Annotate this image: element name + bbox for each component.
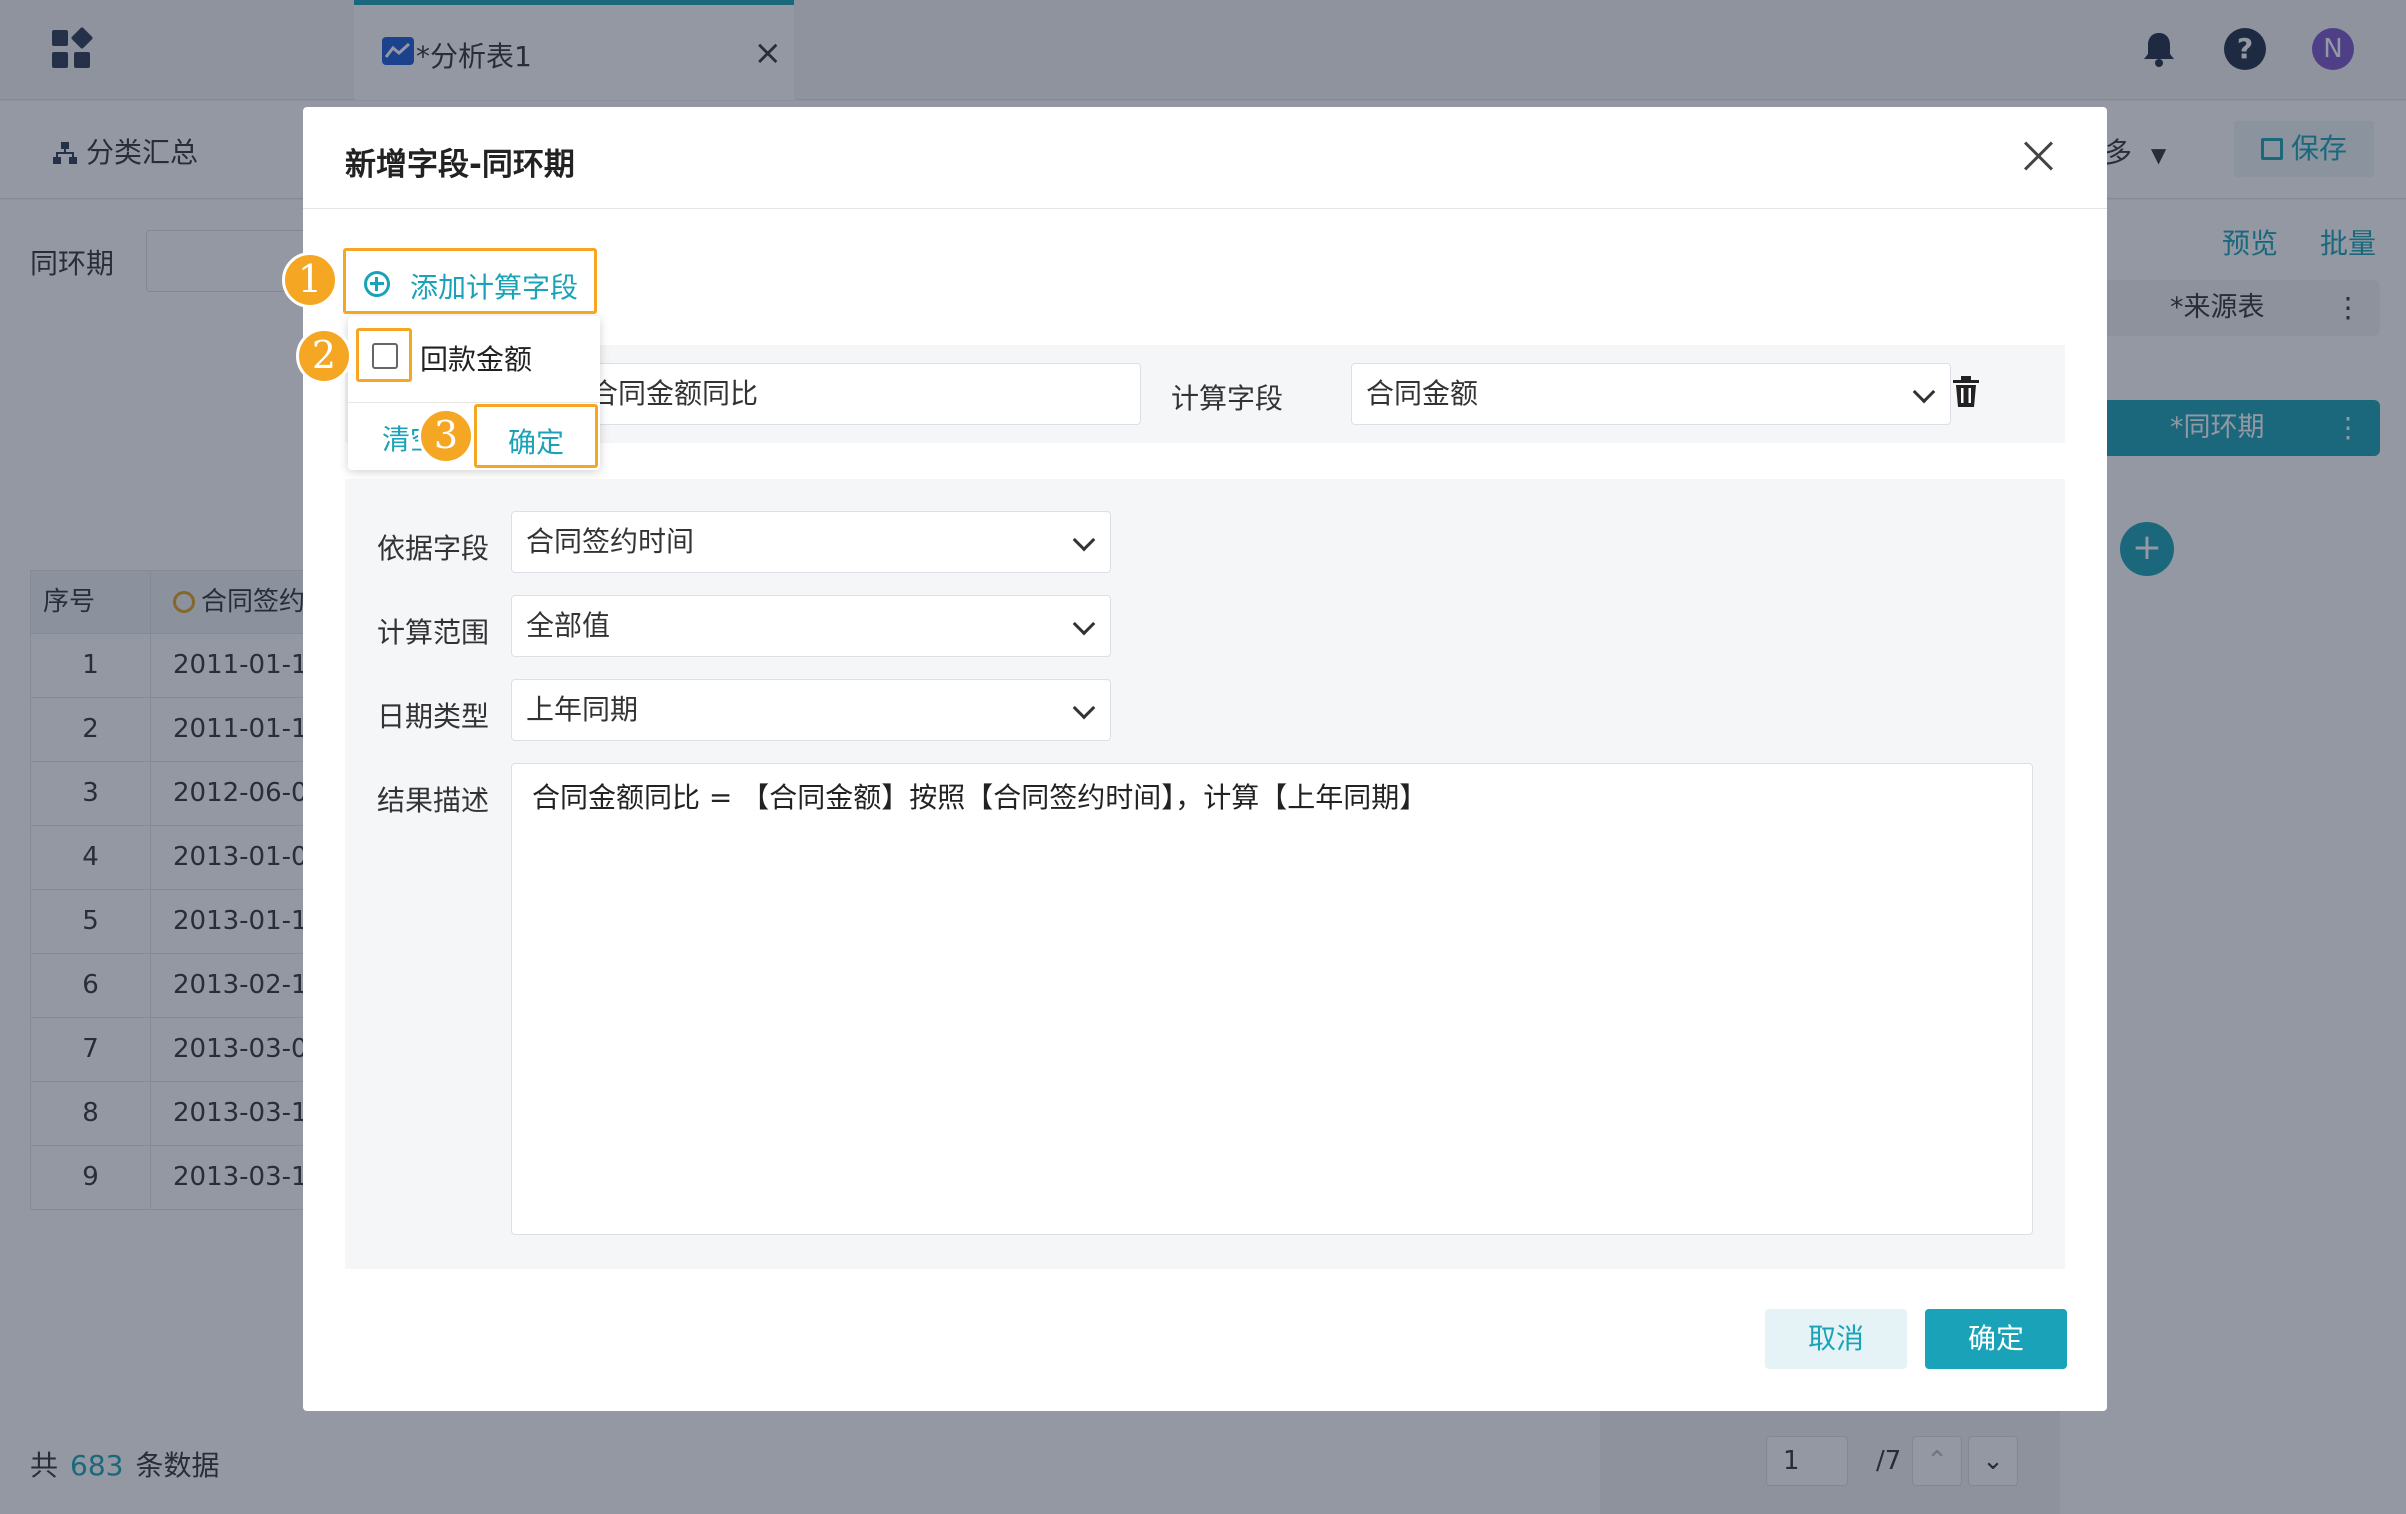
ok-button[interactable]: 确定 bbox=[1925, 1309, 2067, 1369]
basis-field-label: 依据字段 bbox=[377, 532, 490, 565]
add-calc-field-label: 添加计算字段 bbox=[410, 271, 579, 304]
chevron-down-icon bbox=[1912, 380, 1936, 404]
trash-icon[interactable] bbox=[1951, 375, 1981, 409]
chevron-down-icon bbox=[1072, 696, 1096, 720]
step-badge-1: 1 bbox=[282, 252, 338, 308]
result-desc-label: 结果描述 bbox=[377, 784, 490, 817]
add-calc-field-button[interactable]: 添加计算字段 bbox=[343, 248, 597, 314]
plus-circle-icon bbox=[364, 271, 390, 297]
basis-field-value: 合同签约时间 bbox=[526, 525, 695, 558]
option-checkbox-highlight bbox=[356, 328, 412, 382]
close-icon[interactable] bbox=[2019, 137, 2057, 175]
calc-range-select[interactable]: 全部值 bbox=[511, 595, 1111, 657]
option-payment-amount-label[interactable]: 回款金额 bbox=[420, 338, 532, 378]
date-type-label: 日期类型 bbox=[377, 700, 490, 733]
step-badge-3: 3 bbox=[418, 408, 474, 464]
dialog-title: 新增字段-同环期 bbox=[345, 147, 575, 183]
chevron-down-icon bbox=[1072, 528, 1096, 552]
popover-confirm-button[interactable]: 确定 bbox=[474, 404, 598, 468]
calc-field-select[interactable]: 合同金额 bbox=[1351, 363, 1951, 425]
date-type-value: 上年同期 bbox=[526, 693, 639, 726]
step-badge-2: 2 bbox=[296, 328, 352, 384]
calc-field-value: 合同金额 bbox=[1366, 377, 1479, 410]
basis-field-select[interactable]: 合同签约时间 bbox=[511, 511, 1111, 573]
calc-field-label: 计算字段 bbox=[1171, 382, 1284, 415]
divider bbox=[348, 402, 600, 403]
calc-range-value: 全部值 bbox=[526, 609, 611, 642]
date-type-select[interactable]: 上年同期 bbox=[511, 679, 1111, 741]
calc-field-row: 合同金额同比 计算字段 合同金额 bbox=[345, 345, 2065, 443]
option-checkbox[interactable] bbox=[372, 343, 398, 369]
popover-confirm-label: 确定 bbox=[507, 426, 564, 459]
result-desc-textarea[interactable]: 合同金额同比 = 【合同金额】按照【合同签约时间】，计算【上年同期】 bbox=[511, 763, 2033, 1235]
cancel-button[interactable]: 取消 bbox=[1765, 1309, 1907, 1369]
dialog-header: 新增字段-同环期 bbox=[303, 107, 2107, 209]
field-name-input[interactable]: 合同金额同比 bbox=[575, 363, 1141, 425]
chevron-down-icon bbox=[1072, 612, 1096, 636]
calc-range-label: 计算范围 bbox=[377, 616, 490, 649]
config-panel: 依据字段 合同签约时间 计算范围 全部值 日期类型 上年同期 结果描述 合同金额… bbox=[345, 479, 2065, 1269]
